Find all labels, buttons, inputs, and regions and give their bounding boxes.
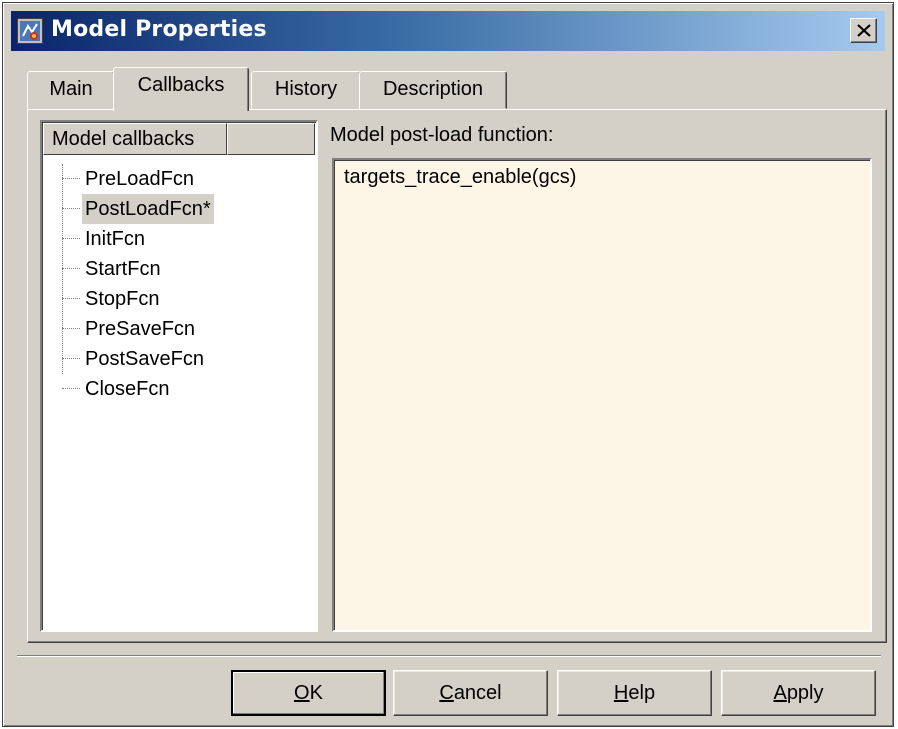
tab-main[interactable]: Main xyxy=(27,71,115,109)
tree-column-header[interactable]: Model callbacks xyxy=(43,123,227,155)
tree-column-header-filler xyxy=(227,123,315,155)
help-label: elp xyxy=(628,682,656,704)
apply-button[interactable]: Apply xyxy=(721,670,876,716)
tree-connector-line xyxy=(62,164,63,374)
tree-item-label: CloseFcn xyxy=(85,378,170,400)
tab-main-label: Main xyxy=(49,78,93,100)
tree-item-label: InitFcn xyxy=(85,228,146,250)
ok-label: K xyxy=(309,682,323,704)
tree-item-label: PreSaveFcn xyxy=(85,318,196,340)
help-mnemonic: H xyxy=(613,682,629,704)
button-separator xyxy=(17,655,881,657)
cancel-button[interactable]: Cancel xyxy=(393,670,548,716)
tab-callbacks[interactable]: Callbacks xyxy=(113,67,249,111)
tree-item-label: PostLoadFcn* xyxy=(82,194,214,224)
tree-item-label: PostSaveFcn xyxy=(85,348,204,370)
window-title: Model Properties xyxy=(51,17,267,42)
apply-label: pply xyxy=(786,682,824,704)
cancel-label: ancel xyxy=(453,682,502,704)
tab-callbacks-label: Callbacks xyxy=(137,74,225,96)
callbacks-tab-panel: Model callbacks PreLoadFcn PostLoadFcn* … xyxy=(27,109,887,643)
apply-mnemonic: A xyxy=(773,682,787,704)
tab-description-label: Description xyxy=(382,78,484,100)
tab-history[interactable]: History xyxy=(251,71,361,109)
close-button[interactable] xyxy=(850,18,877,43)
ok-mnemonic: O xyxy=(294,682,310,704)
tab-description[interactable]: Description xyxy=(359,71,507,109)
title-bar[interactable]: Model Properties xyxy=(11,11,885,51)
tree-item-label: StopFcn xyxy=(85,288,160,310)
function-label: Model post-load function: xyxy=(330,124,554,146)
cancel-mnemonic: C xyxy=(439,682,454,704)
close-icon xyxy=(857,24,871,37)
callbacks-tree[interactable]: Model callbacks PreLoadFcn PostLoadFcn* … xyxy=(40,120,318,632)
ok-button[interactable]: OK xyxy=(231,670,386,716)
tree-item-label: StartFcn xyxy=(85,258,161,280)
model-properties-dialog: Model Properties Main Callbacks History … xyxy=(2,2,894,727)
help-button[interactable]: Help xyxy=(557,670,712,716)
simulink-model-icon xyxy=(17,18,43,44)
callback-code-editor[interactable]: targets_trace_enable(gcs) xyxy=(332,158,872,632)
tab-history-label: History xyxy=(274,78,338,100)
tree-item-label: PreLoadFcn xyxy=(85,168,194,190)
